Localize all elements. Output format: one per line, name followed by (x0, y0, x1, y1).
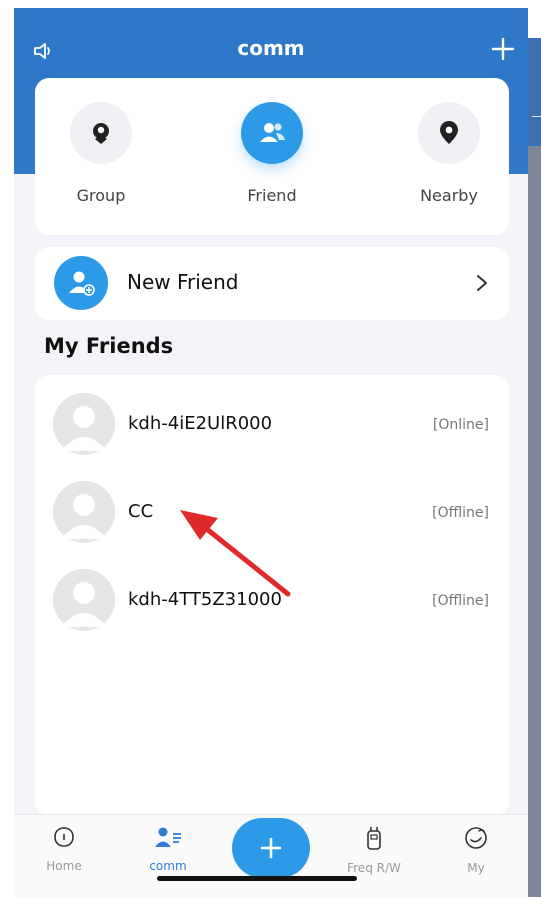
friend-status: [Offline] (432, 593, 489, 609)
phone-screen: comm Group Friend Nearby New Friend My F… (14, 8, 528, 897)
radio-icon (367, 827, 381, 850)
background-app-header (528, 38, 541, 146)
avatar (53, 481, 115, 543)
tab-nearby-label: Nearby (420, 186, 478, 205)
friends-icon (241, 102, 303, 164)
friend-name: kdh-4iE2UlR000 (128, 413, 273, 434)
new-friend-label: New Friend (127, 270, 239, 294)
category-tabs-card: Group Friend Nearby (35, 78, 509, 235)
tab-friend[interactable]: Friend (212, 102, 332, 205)
add-icon[interactable] (490, 36, 516, 62)
group-pin-icon (70, 102, 132, 164)
new-friend-row[interactable]: New Friend (35, 247, 509, 320)
background-divider (532, 116, 541, 117)
nav-freq-label: Freq R/W (347, 861, 401, 875)
annotation-arrow (180, 510, 291, 597)
home-indicator (157, 876, 357, 881)
profile-icon (465, 827, 487, 849)
nav-home[interactable]: Home (14, 825, 114, 873)
tab-nearby[interactable]: Nearby (389, 102, 509, 205)
section-title: My Friends (44, 334, 174, 358)
bottom-nav: Home comm Freq R/W My (14, 814, 528, 897)
nav-my-label: My (467, 861, 485, 875)
friend-name: CC (128, 501, 154, 522)
friend-row[interactable]: kdh-4iE2UlR000 [Online] (35, 391, 509, 471)
tab-group[interactable]: Group (41, 102, 161, 205)
location-pin-icon (418, 102, 480, 164)
nav-home-label: Home (46, 859, 82, 873)
nav-freq[interactable]: Freq R/W (324, 825, 424, 875)
friend-status: [Online] (432, 417, 489, 433)
chevron-right-icon (477, 275, 487, 291)
add-fab-button[interactable] (232, 818, 310, 878)
nav-comm-label: comm (149, 859, 187, 873)
page-title: comm (237, 36, 305, 60)
avatar (53, 569, 115, 631)
plus-icon (260, 837, 282, 859)
add-friend-icon (54, 256, 108, 310)
nav-comm[interactable]: comm (118, 825, 218, 873)
avatar (53, 393, 115, 455)
friend-status: [Offline] (432, 505, 489, 521)
nav-my[interactable]: My (426, 825, 526, 875)
home-icon (54, 827, 74, 847)
tab-friend-label: Friend (247, 186, 297, 205)
comm-icon (155, 827, 181, 847)
tab-group-label: Group (76, 186, 126, 205)
background-app-panel (528, 38, 541, 897)
